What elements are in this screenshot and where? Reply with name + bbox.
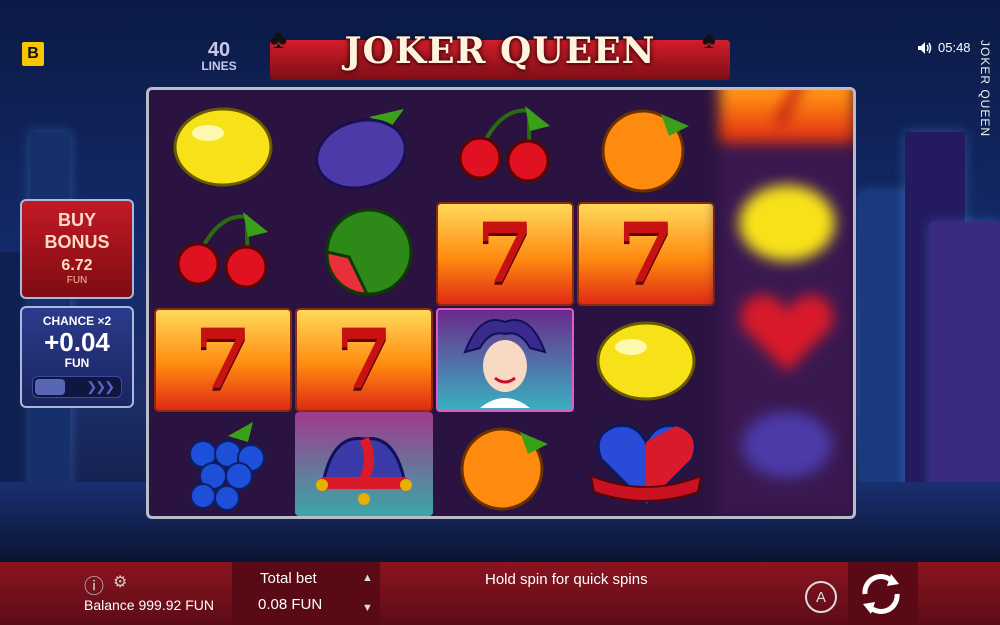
reel-1: 7 xyxy=(154,90,292,516)
heart-ribbon-symbol xyxy=(577,412,715,516)
orange-symbol xyxy=(577,94,715,198)
balance-label: Balance xyxy=(84,597,135,613)
plum-symbol xyxy=(718,390,853,494)
bet-increase-icon[interactable]: ▲ xyxy=(362,572,373,584)
chance-unit: FUN xyxy=(64,356,90,370)
building xyxy=(930,222,1000,492)
reel-5-spinning: 7 xyxy=(718,87,853,516)
lemon-symbol xyxy=(154,94,292,198)
quick-spin-hint: Hold spin for quick spins xyxy=(485,571,648,588)
seven-symbol: 7 xyxy=(718,87,853,144)
total-bet-value: 0.08 FUN xyxy=(258,596,323,613)
reel-grid[interactable]: 7 7 7 7 7 xyxy=(146,87,856,519)
plum-symbol xyxy=(295,94,433,198)
cherries-symbol xyxy=(436,94,574,198)
info-icon[interactable]: ⓘ xyxy=(84,570,104,599)
balance: Balance 999.92 FUN xyxy=(84,597,214,613)
buy-bonus-label-1: BUY xyxy=(57,210,96,230)
seven-glyph: 7 xyxy=(758,87,816,140)
total-bet-label: Total bet xyxy=(260,570,317,587)
autoplay-button[interactable]: A xyxy=(805,581,837,613)
clock-time: 05:48 xyxy=(938,40,971,55)
logo-title: JOKER QUEEN xyxy=(344,30,656,72)
buy-bonus-button[interactable]: BUY BONUS 6.72 FUN xyxy=(20,199,134,299)
joker-queen-symbol xyxy=(436,308,574,412)
balance-value: 999.92 FUN xyxy=(138,597,214,613)
chance-label: CHANCE ×2 xyxy=(42,314,112,328)
jester-hat-symbol xyxy=(295,412,433,516)
reel-4: 7 xyxy=(577,90,715,516)
seven-glyph: 7 xyxy=(194,312,252,408)
heart-ribbon-symbol xyxy=(718,280,853,384)
chance-value: +0.04 xyxy=(44,327,110,357)
buy-bonus-value: 6.72 xyxy=(61,257,93,274)
spin-icon xyxy=(862,574,900,614)
sound-icon[interactable] xyxy=(918,41,932,54)
game-logo: ♣ ♠ JOKER QUEEN xyxy=(270,24,730,96)
watermelon-symbol xyxy=(295,200,433,304)
gear-icon[interactable]: ⚙ xyxy=(113,572,127,592)
lines-indicator: 40 LINES xyxy=(186,40,252,84)
chance-panel: CHANCE ×2 +0.04 FUN ❯❯❯ xyxy=(20,306,134,408)
lines-label: LINES xyxy=(201,59,237,73)
seven-glyph: 7 xyxy=(617,206,675,302)
cherries-symbol xyxy=(154,200,292,304)
bet-decrease-icon[interactable]: ▼ xyxy=(362,602,373,614)
game-title-vertical: JOKER QUEEN xyxy=(978,40,992,138)
chance-toggle[interactable]: ❯❯❯ xyxy=(32,376,122,398)
chevrons-icon: ❯❯❯ xyxy=(86,379,115,394)
seven-symbol: 7 xyxy=(436,202,574,306)
orange-symbol xyxy=(436,412,574,516)
seven-symbol: 7 xyxy=(154,308,292,412)
seven-symbol: 7 xyxy=(577,202,715,306)
buy-bonus-label-2: BONUS xyxy=(44,232,110,252)
reel-3: 7 xyxy=(436,90,574,516)
brand-badge[interactable]: B xyxy=(22,42,44,66)
toggle-knob xyxy=(35,379,65,395)
reel-2: 7 xyxy=(295,90,433,516)
status-area: 05:48 xyxy=(918,40,971,55)
buy-bonus-unit: FUN xyxy=(66,275,88,286)
lemon-symbol xyxy=(577,308,715,412)
grapes-symbol xyxy=(154,412,292,516)
lines-number: 40 xyxy=(207,39,231,61)
seven-glyph: 7 xyxy=(335,312,393,408)
seven-symbol: 7 xyxy=(295,308,433,412)
seven-glyph: 7 xyxy=(476,206,534,302)
lemon-symbol xyxy=(718,170,853,274)
spin-button[interactable] xyxy=(851,564,911,624)
